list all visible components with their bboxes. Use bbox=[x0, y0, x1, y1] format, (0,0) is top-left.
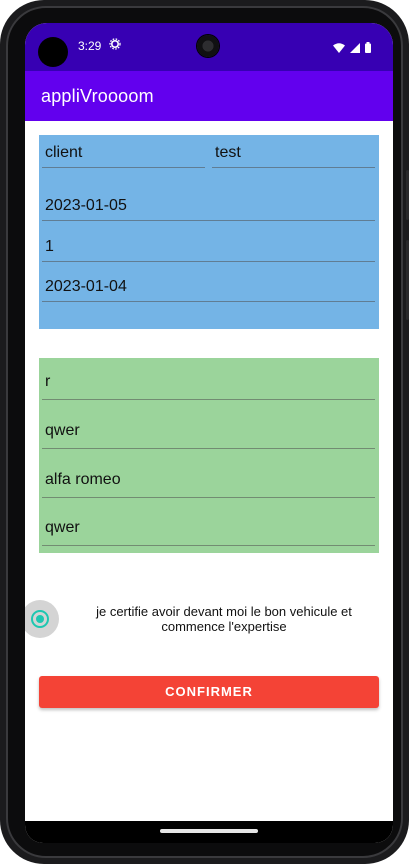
gear-icon bbox=[109, 38, 121, 53]
vehicle-field-4[interactable]: qwer bbox=[42, 519, 375, 546]
front-camera bbox=[197, 35, 219, 57]
date-field-1[interactable]: 2023-01-05 bbox=[42, 197, 375, 221]
certify-label: je certifie avoir devant moi le bon vehi… bbox=[96, 604, 352, 634]
wifi-icon bbox=[333, 40, 345, 58]
radio-outer-ring bbox=[31, 610, 49, 628]
certify-radio-button[interactable] bbox=[25, 600, 59, 638]
home-gesture-handle[interactable] bbox=[160, 829, 258, 833]
app-bar: appliVroooom bbox=[25, 71, 393, 121]
vehicle-brand-field[interactable]: alfa romeo bbox=[42, 471, 375, 498]
client-name-field[interactable]: client bbox=[42, 144, 205, 168]
status-time: 3:29 bbox=[78, 39, 102, 53]
signal-icon bbox=[350, 40, 360, 58]
vehicle-field-2[interactable]: qwer bbox=[42, 422, 375, 449]
status-icons bbox=[333, 40, 371, 58]
app-title: appliVroooom bbox=[41, 86, 154, 106]
phone-frame: 3:29 appliVroooom client test 2023-01-05… bbox=[0, 0, 409, 864]
date-field-2[interactable]: 2023-01-04 bbox=[42, 278, 375, 302]
radio-checked-dot bbox=[36, 615, 44, 623]
number-field[interactable]: 1 bbox=[42, 238, 375, 262]
vehicle-info-panel: r qwer alfa romeo qwer bbox=[39, 358, 379, 553]
vehicle-field-1[interactable]: r bbox=[42, 373, 375, 400]
camera-cutout bbox=[38, 37, 68, 67]
confirm-button[interactable]: CONFIRMER bbox=[39, 676, 379, 708]
battery-icon bbox=[365, 40, 371, 58]
phone-screen: 3:29 appliVroooom client test 2023-01-05… bbox=[25, 23, 393, 843]
status-bar: 3:29 bbox=[25, 23, 393, 71]
client-info-panel: client test 2023-01-05 1 2023-01-04 bbox=[39, 135, 379, 329]
navigation-bar bbox=[25, 821, 393, 843]
client-surname-field[interactable]: test bbox=[212, 144, 375, 168]
